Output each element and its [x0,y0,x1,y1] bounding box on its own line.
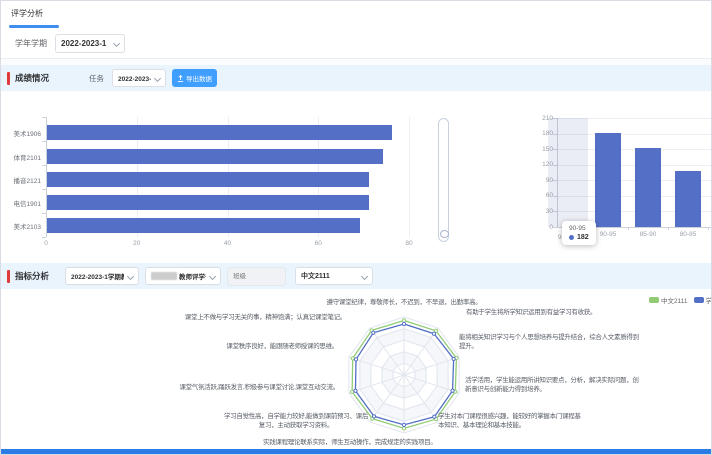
indicator-section-title: 指标分析 [15,270,49,282]
hbar-播音2121[interactable] [47,172,369,187]
radar-legend: 中文2111 学 [649,295,712,305]
tooltip-category: 90-95 [569,225,589,232]
legend-label: 学 [706,295,712,305]
chevron-down-icon [127,272,134,279]
axis-tick [42,189,46,190]
hbar-美术2103[interactable] [47,218,360,233]
class-input-wrapper [227,267,286,286]
radar-indicator-label: 课堂上不做与学习无关的事，精神饱满；认真记课堂笔记。 [185,313,346,322]
category-label: 80-85 [680,231,697,238]
class-input[interactable] [233,273,280,280]
axis-tick [42,165,46,166]
category-label: 体育2101 [14,152,41,162]
export-data-button[interactable]: 导出数据 [172,69,217,87]
legend-item-school[interactable]: 学 [694,295,712,305]
score-section-bar: 成绩情况 任务 2022-2023-1学期教师评 导出数据 [1,65,712,91]
survey-select-value: 教师评学调 [179,271,206,281]
axis-tick [42,213,46,214]
term-filter-row: 学年学期 2022-2023-1 [1,29,712,59]
chevron-down-icon [154,74,161,81]
term-select[interactable]: 2022-2023-1 [55,34,125,53]
chevron-down-icon [361,272,368,279]
axis-tick [42,117,46,118]
redacted-text [151,272,177,280]
radar-indicator-label: 课堂秩序良好，能跟随老师授课的思维。 [226,342,338,351]
axis-tick [42,141,46,142]
x-axis-tick-label: 40 [224,240,231,247]
task-select[interactable]: 2022-2023-1学期教师评 [112,69,166,87]
bottom-blue-bar [1,449,712,455]
category-label: 90-95 [600,231,617,238]
radar-indicator-label: 能将相关知识学习与个人思想培养与提升结合，综合人文素质得到提升。 [459,333,639,351]
section-accent [7,72,10,85]
category-label: 美术2103 [14,221,41,231]
radar-indicator-label: 有助于学生将所学知识运用到有益学习有收获。 [466,308,596,317]
evaluation-analysis-page: 评学分析 学年学期 2022-2023-1 成绩情况 任务 2022-2023-… [0,0,712,455]
export-button-label: 导出数据 [186,73,212,83]
axis-tick [42,237,46,238]
x-axis-tick-label: 0 [44,240,48,247]
indicator-section-bar: 指标分析 2022-2023-1学期教师评 教师评学调 中文2111 [1,263,712,289]
survey-select[interactable]: 教师评学调 [145,267,221,285]
radar-indicator-label: 学生对本门课程很感兴趣，能较好的掌握本门课程基本知识、基本理论和基本技能。 [438,412,583,430]
chevron-down-icon [113,40,120,47]
category-label: 电信1901 [14,198,41,208]
axis-tick [708,227,709,230]
vbar-90-95[interactable] [595,133,621,227]
indicator-task-select[interactable]: 2022-2023-1学期教师评 [65,267,139,285]
tab-bar: 评学分析 [1,1,712,30]
class-select-value: 中文2111 [301,271,358,281]
indicator-radar-chart [324,295,484,455]
x-axis-tick-label: 20 [133,240,140,247]
term-label: 学年学期 [15,38,47,49]
tab-label: 评学分析 [11,9,43,18]
legend-item-class[interactable]: 中文2111 [649,295,688,305]
task-select-value: 2022-2023-1学期教师评 [118,73,151,83]
hbar-电信1901[interactable] [47,195,369,210]
tab-evaluation-analysis[interactable]: 评学分析 [11,8,43,19]
radar-indicator-label: 活学活用，学生能运用所讲知识要点，分析，解决实际问题，创新意识与创新能力得到培养… [465,376,640,394]
export-icon [177,75,184,82]
hbar-美术1906[interactable] [47,125,392,140]
active-tab-underline [9,25,59,28]
x-axis-tick-label: 80 [405,240,412,247]
datazoom-handle[interactable] [440,230,449,238]
x-axis-tick-label: 60 [315,240,322,247]
score-section-title: 成绩情况 [15,72,49,84]
gridline [409,117,410,237]
axis-tick [668,227,669,230]
term-select-value: 2022-2023-1 [61,39,110,48]
vbar-80-85[interactable] [675,171,701,227]
class-select[interactable]: 中文2111 [295,267,373,285]
series-dot-icon [569,235,574,240]
radar-indicator-label: 遵守课堂纪律，尊敬师长，不迟到，不早退，出勤率高。 [326,298,481,307]
section-accent [7,270,10,283]
chart-tooltip: 90-95 182 [562,221,596,245]
radar-indicator-label: 课堂气氛活跃,踊跃发言,积极参与课堂讨论,课堂互动交流。 [179,383,339,392]
legend-swatch-blue [694,297,704,303]
radar-indicator-label: 学习自觉性高，自学能力较好,能做到课前预习、课后复习，主动获取学习资料。 [221,412,371,430]
category-label: 美术1906 [14,128,41,138]
datazoom-slider[interactable] [438,118,449,242]
tooltip-value: 182 [577,234,589,241]
task-label: 任务 [89,73,104,84]
legend-swatch-green [649,297,659,303]
axis-hover-band [548,118,588,227]
hbar-体育2101[interactable] [47,149,383,164]
category-label: 播音2121 [14,175,41,185]
radar-indicator-label: 实践课程理论联系实际，师生互动操作，完成规定的实践项目。 [263,438,437,447]
chevron-down-icon [209,272,216,279]
legend-label: 中文2111 [661,295,688,305]
axis-tick [628,227,629,230]
category-label: 85-90 [640,231,657,238]
indicator-task-select-value: 2022-2023-1学期教师评 [71,271,124,281]
vbar-85-90[interactable] [635,148,661,227]
